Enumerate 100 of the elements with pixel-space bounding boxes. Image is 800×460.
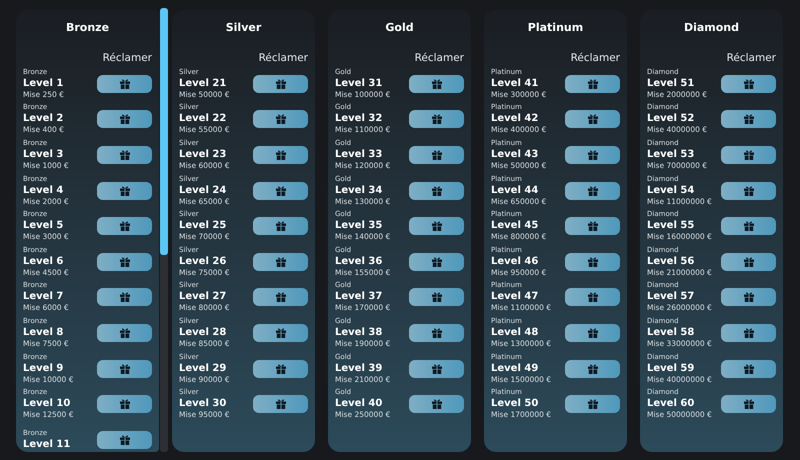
claim-button[interactable]: [253, 324, 308, 342]
claim-button[interactable]: [97, 288, 152, 306]
gift-icon: [586, 184, 598, 197]
claim-button[interactable]: [409, 360, 464, 378]
claim-button[interactable]: [97, 395, 152, 414]
gift-icon: [742, 184, 754, 197]
claim-button[interactable]: [409, 146, 464, 164]
claim-button[interactable]: [565, 395, 620, 414]
claim-button[interactable]: [565, 288, 620, 306]
level-name: Level 41: [491, 76, 540, 90]
gift-icon: [430, 113, 442, 126]
gift-icon: [430, 148, 442, 161]
level-name: Level 40: [335, 397, 384, 410]
claim-button[interactable]: [565, 324, 620, 342]
claim-button[interactable]: [253, 74, 308, 93]
level-name: Level 48: [491, 326, 540, 339]
claim-button[interactable]: [97, 110, 152, 128]
level-name: Level 27: [179, 290, 228, 304]
gift-icon: [586, 291, 598, 304]
claim-button[interactable]: [721, 360, 776, 378]
gift-icon: [586, 362, 598, 375]
gift-icon: [118, 362, 130, 375]
claim-button[interactable]: [97, 146, 152, 164]
claim-button[interactable]: [97, 430, 152, 449]
level-name: Level 6: [23, 254, 64, 268]
claim-button[interactable]: [409, 395, 464, 414]
level-name: Level 56: [647, 254, 696, 268]
level-name: Level 7: [23, 290, 64, 304]
level-name: Level 8: [23, 326, 64, 339]
claim-button[interactable]: [97, 252, 152, 271]
level-name: Level 59: [647, 362, 696, 375]
gift-icon: [586, 220, 598, 232]
level-name: Level 24: [179, 184, 228, 197]
level-name: Level 42: [491, 112, 540, 126]
claim-button[interactable]: [409, 110, 464, 128]
level-name: Level 33: [335, 148, 384, 161]
claim-button[interactable]: [721, 217, 776, 236]
claim-button[interactable]: [565, 360, 620, 378]
claim-button[interactable]: [565, 182, 620, 200]
level-name: Level 38: [335, 326, 384, 339]
claim-button[interactable]: [253, 360, 308, 378]
claim-button[interactable]: [565, 146, 620, 164]
claim-button[interactable]: [409, 252, 464, 271]
claim-button[interactable]: [409, 217, 464, 236]
gift-icon: [274, 148, 286, 161]
claim-button[interactable]: [409, 324, 464, 342]
claim-button[interactable]: [253, 182, 308, 200]
claim-heading: Réclamer: [258, 51, 308, 66]
claim-button[interactable]: [721, 395, 776, 414]
claim-button[interactable]: [721, 182, 776, 200]
claim-button[interactable]: [253, 395, 308, 414]
claim-button[interactable]: [721, 110, 776, 128]
claim-button[interactable]: [97, 182, 152, 200]
gift-icon: [586, 148, 598, 161]
gift-icon: [274, 398, 286, 410]
level-name: Level 35: [335, 219, 384, 232]
claim-button[interactable]: [253, 252, 308, 271]
gift-icon: [118, 291, 130, 304]
claim-button[interactable]: [721, 324, 776, 342]
level-name: Level 44: [491, 184, 540, 197]
claim-button[interactable]: [721, 252, 776, 271]
level-name: Level 31: [335, 76, 384, 90]
claim-button[interactable]: [97, 74, 152, 93]
claim-button[interactable]: [97, 360, 152, 378]
gift-icon: [118, 434, 130, 446]
gift-icon: [586, 78, 598, 90]
gift-icon: [586, 256, 598, 268]
claim-button[interactable]: [97, 324, 152, 342]
claim-button[interactable]: [565, 252, 620, 271]
claim-button[interactable]: [721, 74, 776, 93]
claim-button[interactable]: [409, 288, 464, 306]
gift-icon: [742, 398, 754, 410]
gift-icon: [274, 220, 286, 232]
level-name: Level 37: [335, 290, 384, 304]
level-name: Level 43: [491, 148, 540, 161]
claim-button[interactable]: [565, 110, 620, 128]
claim-button[interactable]: [253, 217, 308, 236]
claim-button[interactable]: [253, 288, 308, 306]
scrollbar[interactable]: [160, 8, 168, 452]
level-name: Level 52: [647, 112, 696, 126]
claim-button[interactable]: [565, 217, 620, 236]
claim-button[interactable]: [565, 74, 620, 93]
level-name: Level 3: [23, 148, 64, 161]
gift-icon: [274, 362, 286, 375]
claim-button[interactable]: [409, 74, 464, 93]
claim-button[interactable]: [253, 110, 308, 128]
gift-icon: [742, 220, 754, 232]
gift-icon: [274, 291, 286, 304]
gift-icon: [430, 256, 442, 268]
claim-button[interactable]: [721, 146, 776, 164]
gift-icon: [742, 362, 754, 375]
gift-icon: [274, 184, 286, 197]
tier-title: Platinum: [526, 20, 584, 36]
claim-button[interactable]: [253, 146, 308, 164]
claim-button[interactable]: [97, 217, 152, 236]
claim-button[interactable]: [409, 182, 464, 200]
level-name: Level 50: [491, 397, 540, 410]
claim-button[interactable]: [721, 288, 776, 306]
level-name: Level 10: [23, 397, 72, 410]
level-name: Level 54: [647, 184, 696, 197]
